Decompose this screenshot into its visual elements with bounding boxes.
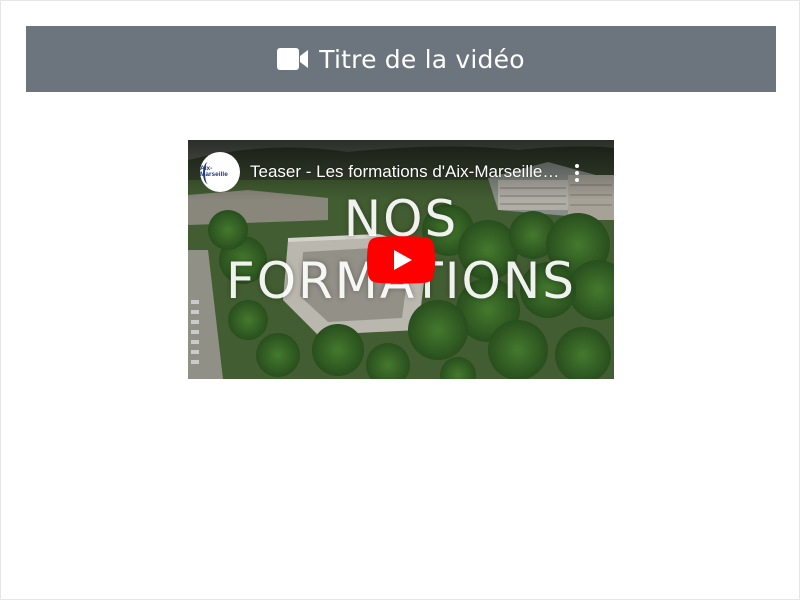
page: Titre de la vidéo Aix-Marseille Teaser -… (0, 0, 800, 600)
video-title-bar: Titre de la vidéo (26, 26, 776, 92)
page-title: Titre de la vidéo (319, 44, 525, 74)
video-camera-icon (277, 48, 309, 70)
youtube-play-icon (367, 236, 435, 284)
menu-dot (575, 178, 579, 182)
youtube-video-player[interactable]: Aix-Marseille Teaser - Les formations d'… (188, 140, 614, 379)
channel-logo-arc (203, 162, 213, 184)
channel-avatar[interactable]: Aix-Marseille (200, 152, 240, 192)
more-vert-icon[interactable] (570, 162, 584, 184)
video-title-link[interactable]: Teaser - Les formations d'Aix-Marseille … (250, 162, 560, 182)
menu-dot (575, 171, 579, 175)
menu-dot (575, 164, 579, 168)
youtube-play-button[interactable] (367, 236, 435, 284)
